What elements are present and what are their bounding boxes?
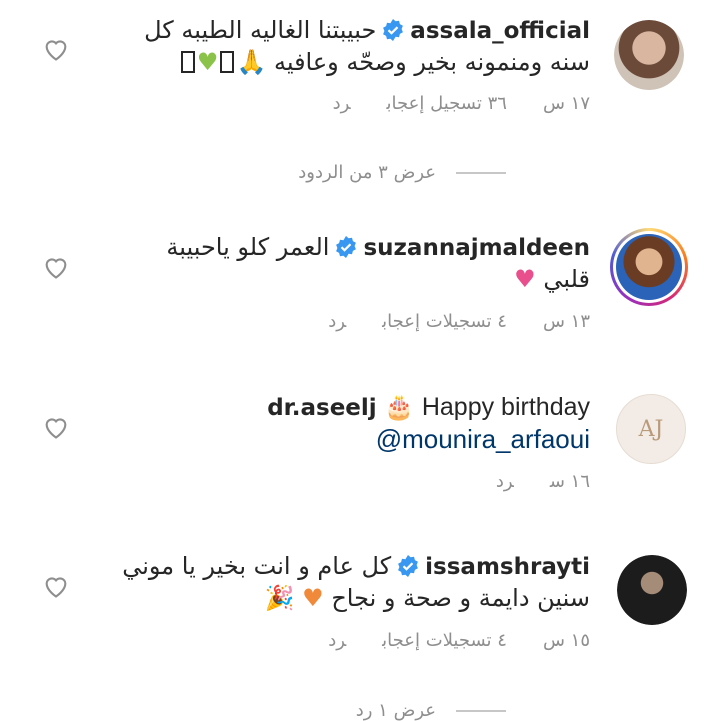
username[interactable]: dr.aseelj (267, 395, 376, 421)
aj-logo-icon: AJ (638, 416, 664, 442)
comment-line-1: dr.aseelj 🎂 Happy birthday (267, 391, 590, 424)
avatar-aseelj[interactable]: AJ (616, 394, 686, 464)
likes-count[interactable]: ٤ تسجيلات إعجاب (382, 311, 507, 332)
timestamp: ١٣ س (542, 311, 590, 332)
likes-count[interactable]: ٣٦ تسجيل إعجاب (387, 93, 507, 114)
comment-text-2: سنين دايمة و صحة و نجاح (331, 584, 590, 612)
username[interactable]: issamshrayti (425, 554, 590, 580)
view-replies-label: عرض ١ رد (355, 700, 436, 721)
timestamp: ١٧ س (542, 93, 590, 114)
view-replies-button[interactable]: عرض ١ رد (356, 700, 506, 721)
comment-text-2: سنه ومنمونه بخير وصحّه وعافيه (273, 48, 590, 76)
username[interactable]: assala_official (410, 18, 590, 44)
username[interactable]: suzannajmaldeen (363, 235, 590, 261)
like-heart-icon[interactable] (42, 413, 70, 441)
likes-count[interactable]: ٤ تسجيلات إعجاب (382, 630, 507, 651)
comment-line-1: issamshrayti كل عام و انت بخير يا موني (122, 550, 590, 583)
reply-button[interactable]: رد (496, 471, 514, 492)
party-popper-icon: 🎉 (264, 584, 295, 612)
verified-badge-icon (398, 555, 419, 577)
comment-line-2: @mounira_arfaoui (376, 423, 590, 456)
like-heart-icon[interactable] (42, 572, 70, 600)
timestamp: ١٥ س (542, 630, 590, 651)
timestamp: ١٦ س (549, 471, 590, 492)
comment-meta: ١٣ س ٤ تسجيلات إعجاب رد (292, 311, 590, 332)
divider (456, 709, 506, 712)
orange-heart-icon: ♥ (302, 584, 324, 612)
mention-link[interactable]: @mounira_arfaoui (376, 424, 590, 454)
comment-meta: ١٧ س ٣٦ تسجيل إعجاب رد (297, 93, 590, 114)
comment-meta: ١٥ س ٤ تسجيلات إعجاب رد (292, 630, 590, 651)
like-heart-icon[interactable] (42, 35, 70, 63)
verified-badge-icon (336, 236, 357, 258)
comment-line-1: assala_official حبيبتنا الغاليه الطيبه كل (144, 14, 590, 47)
pink-heart-icon: ♥ (514, 265, 536, 293)
missing-glyph-icon (180, 51, 195, 73)
reply-button[interactable]: رد (328, 630, 346, 651)
green-heart-icon: ♥ (196, 48, 219, 76)
comment-text-2: قلبي (543, 265, 590, 293)
comment-text: العمر كلو ياحبيبة (166, 233, 330, 261)
view-replies-label: عرض ٣ من الردود (298, 162, 436, 183)
avatar-issam[interactable] (617, 555, 687, 625)
cake-emoji-icon: 🎂 (384, 393, 415, 421)
comment-line-2: سنه ومنمونه بخير وصحّه وعافيه 🙏 ♥ (179, 46, 590, 78)
comment-text: حبيبتنا الغاليه الطيبه كل (144, 16, 377, 44)
verified-badge-icon (383, 19, 404, 41)
comment-line-2: قلبي ♥ (514, 263, 590, 295)
comment-line-1: suzannajmaldeen العمر كلو ياحبيبة (166, 231, 590, 264)
avatar-assala[interactable] (614, 20, 684, 90)
comment-line-2: سنين دايمة و صحة و نجاح ♥ 🎉 (265, 582, 590, 614)
comment-meta: ١٦ س رد (460, 471, 590, 492)
divider (456, 171, 506, 174)
comment-text: Happy birthday (421, 393, 590, 421)
missing-glyph-icon (220, 51, 235, 73)
like-heart-icon[interactable] (42, 253, 70, 281)
view-replies-button[interactable]: عرض ٣ من الردود (298, 162, 506, 183)
reply-button[interactable]: رد (328, 311, 346, 332)
reply-button[interactable]: رد (333, 93, 351, 114)
comment-text: كل عام و انت بخير يا موني (122, 552, 392, 580)
pray-emoji-icon: 🙏 (236, 48, 267, 76)
avatar-suzan[interactable] (610, 228, 688, 306)
